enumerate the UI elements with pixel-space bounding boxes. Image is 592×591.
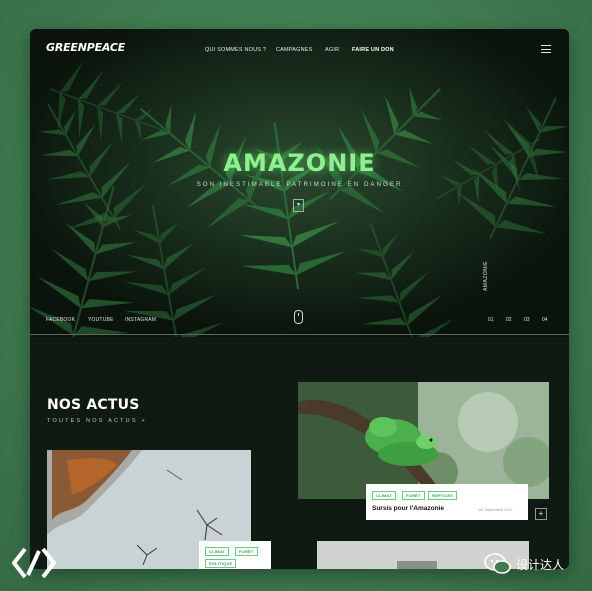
nav-faire-un-don[interactable]: FAIRE UN DON xyxy=(352,47,394,53)
tag-reptiles[interactable]: REPTILES xyxy=(428,491,458,500)
all-news-link[interactable]: TOUTES NOS ACTUS + xyxy=(47,418,147,424)
tag-politique[interactable]: POLITIQUE xyxy=(205,559,237,568)
pager-02[interactable]: 02 xyxy=(506,317,512,323)
social-youtube[interactable]: YOUTUBE xyxy=(88,317,114,323)
greenpeace-logo[interactable]: GREENPEACE xyxy=(46,41,125,54)
pager-01[interactable]: 01 xyxy=(488,317,494,323)
hamburger-menu-icon[interactable] xyxy=(541,45,551,53)
snake-news-image[interactable] xyxy=(298,382,549,499)
designer-logo-icon xyxy=(12,547,56,579)
social-facebook[interactable]: FACEBOOK xyxy=(46,317,75,323)
hero-divider xyxy=(30,334,569,335)
card-date: 1er Septembre 2017 xyxy=(478,508,513,512)
scroll-mouse-icon xyxy=(294,310,303,324)
hero-section: GREENPEACE QUI SOMMES NOUS ? CAMPAGNES A… xyxy=(30,29,569,337)
wechat-icon xyxy=(484,553,511,574)
tag-climat-2[interactable]: CLIMAT xyxy=(205,547,230,556)
pager-03[interactable]: 03 xyxy=(524,317,530,323)
top-navigation: GREENPEACE QUI SOMMES NOUS ? CAMPAGNES A… xyxy=(30,29,569,73)
hero-down-button[interactable]: ▾ xyxy=(293,199,304,212)
tag-foret-2[interactable]: FORÊT xyxy=(235,547,258,556)
more-news-button[interactable]: + xyxy=(535,508,547,520)
social-instagram[interactable]: INSTAGRAM xyxy=(125,317,156,323)
nav-agir[interactable]: AGIR xyxy=(325,47,339,53)
nav-campagnes[interactable]: CAMPAGNES xyxy=(276,47,313,53)
watermark-text: 设计达人 xyxy=(516,558,565,572)
green-snake-photo xyxy=(298,382,549,499)
snake-card-caption[interactable] xyxy=(366,484,528,520)
hero-subtitle: SON INESTIMABLE PATRIMOINE EN DANGER xyxy=(196,181,403,188)
tag-foret[interactable]: FORÊT xyxy=(402,491,425,500)
news-heading: NOS ACTUS xyxy=(47,397,140,413)
nav-qui-sommes-nous[interactable]: QUI SOMMES NOUS ? xyxy=(205,47,266,53)
card-title[interactable]: Sursis pour l'Amazonie xyxy=(372,505,444,512)
hero-vertical-label: AMAZONIE xyxy=(483,260,489,291)
hero-title: AMAZONIE xyxy=(223,149,376,177)
pager-04[interactable]: 04 xyxy=(542,317,548,323)
tag-climat[interactable]: CLIMAT xyxy=(372,491,397,500)
